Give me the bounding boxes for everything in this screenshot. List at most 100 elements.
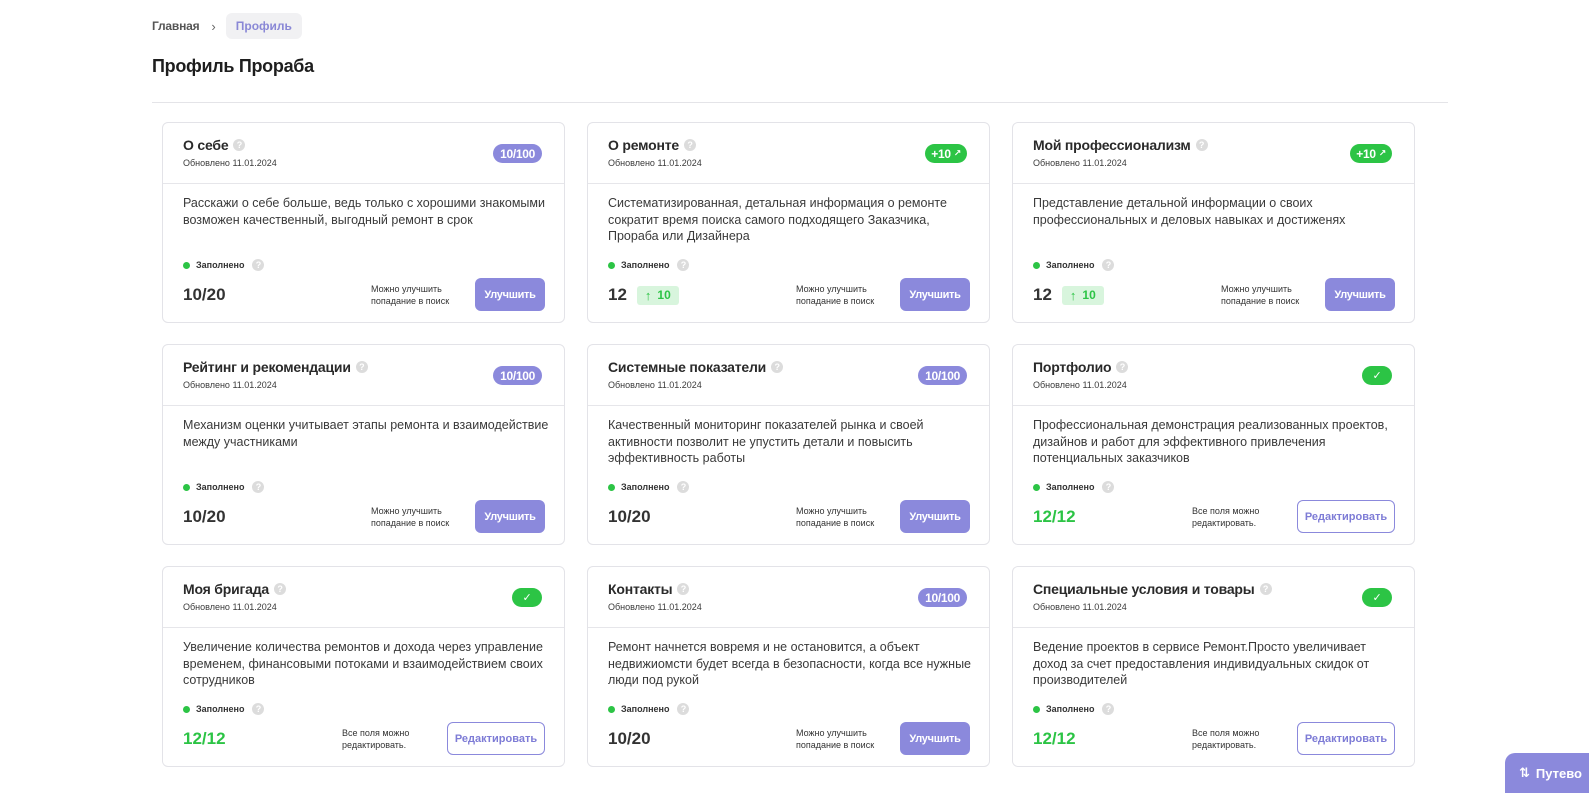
card-score: 12/12: [1033, 729, 1076, 748]
help-icon[interactable]: ?: [233, 139, 246, 151]
card-title: Специальные условия и товары?: [1033, 581, 1272, 597]
trend-up-icon: ↗: [1378, 148, 1387, 158]
edit-button[interactable]: Редактировать: [447, 722, 545, 755]
improve-button[interactable]: Улучшить: [475, 500, 545, 533]
improve-button[interactable]: Улучшить: [900, 722, 970, 755]
help-icon[interactable]: ?: [677, 703, 690, 715]
card-hint: Можно улучшить попадание в поиск: [371, 506, 450, 528]
card-about: О себе? Обновлено 11.01.2024 10/100 Расс…: [162, 122, 565, 323]
help-icon[interactable]: ?: [677, 481, 690, 493]
help-icon[interactable]: ?: [1116, 361, 1129, 373]
card-professionalism: Мой профессионализм? Обновлено 11.01.202…: [1012, 122, 1415, 323]
card-updated: Обновлено 11.01.2024: [183, 158, 277, 168]
breadcrumb: Главная › Профиль: [152, 12, 302, 40]
card-description: Ремонт начнется вовремя и не остановится…: [608, 640, 972, 687]
card-score: 12 ↑ 10: [1033, 285, 1104, 305]
help-icon[interactable]: ?: [252, 259, 265, 271]
card-hint: Можно улучшить попадание в поиск: [371, 284, 450, 306]
card-header: О себе? Обновлено 11.01.2024 10/100: [163, 123, 564, 184]
card-header: Системные показатели? Обновлено 11.01.20…: [588, 345, 989, 406]
breadcrumb-home-link[interactable]: Главная: [152, 19, 200, 33]
card-contacts: Контакты? Обновлено 11.01.2024 10/100 Ре…: [587, 566, 990, 767]
plus-badge: +10 ↗: [925, 144, 967, 163]
status-dot-icon: [183, 483, 190, 491]
arrow-up-icon: ↑: [1069, 287, 1077, 303]
arrow-up-icon: ↑: [644, 287, 652, 303]
card-updated: Обновлено 11.01.2024: [1033, 602, 1127, 612]
help-icon[interactable]: ?: [1102, 259, 1115, 271]
complete-badge: ✓: [512, 588, 542, 607]
card-score: 10/20: [183, 285, 226, 304]
card-description: Ведение проектов в сервисе Ремонт.Просто…: [1033, 640, 1370, 687]
help-icon[interactable]: ?: [677, 583, 690, 595]
help-icon[interactable]: ?: [252, 481, 265, 493]
status-filled: Заполнено?: [1033, 481, 1115, 493]
guide-button[interactable]: ⇅ Путево: [1505, 753, 1589, 793]
card-hint: Можно улучшить попадание в поиск: [796, 506, 875, 528]
card-team: Моя бригада? Обновлено 11.01.2024 ✓ Увел…: [162, 566, 565, 767]
edit-button[interactable]: Редактировать: [1297, 500, 1395, 533]
page-title: Профиль Прораба: [152, 56, 314, 76]
card-updated: Обновлено 11.01.2024: [608, 380, 702, 390]
improve-button[interactable]: Улучшить: [1325, 278, 1395, 311]
status-filled: Заполнено?: [608, 259, 690, 271]
card-title: О себе?: [183, 137, 246, 153]
status-dot-icon: [183, 705, 190, 713]
card-hint: Все поля можно редактировать.: [1192, 728, 1260, 750]
card-system-metrics: Системные показатели? Обновлено 11.01.20…: [587, 344, 990, 545]
help-icon[interactable]: ?: [771, 361, 784, 373]
help-icon[interactable]: ?: [1102, 703, 1115, 715]
growth-badge: ↑ 10: [636, 285, 679, 305]
card-title: Системные показатели?: [608, 359, 784, 375]
help-icon[interactable]: ?: [1102, 481, 1115, 493]
improve-button[interactable]: Улучшить: [475, 278, 545, 311]
status-dot-icon: [608, 483, 615, 491]
help-icon[interactable]: ?: [1259, 583, 1272, 595]
card-score: 12 ↑ 10: [608, 285, 679, 305]
help-icon[interactable]: ?: [355, 361, 368, 373]
status-filled: Заполнено?: [608, 481, 690, 493]
score-badge: 10/100: [918, 366, 967, 385]
help-icon[interactable]: ?: [252, 703, 265, 715]
card-hint: Можно улучшить попадание в поиск: [796, 728, 875, 750]
route-icon: ⇅: [1519, 765, 1530, 780]
help-icon[interactable]: ?: [683, 139, 696, 151]
card-title: Контакты?: [608, 581, 690, 597]
card-score: 10/20: [608, 507, 651, 526]
status-filled: Заполнено?: [183, 259, 265, 271]
card-updated: Обновлено 11.01.2024: [183, 602, 277, 612]
improve-button[interactable]: Улучшить: [900, 278, 970, 311]
card-hint: Все поля можно редактировать.: [342, 728, 410, 750]
status-dot-icon: [1033, 705, 1040, 713]
card-description: Механизм оценки учитывает этапы ремонта …: [183, 418, 549, 449]
card-title: Мой профессионализм?: [1033, 137, 1208, 153]
card-updated: Обновлено 11.01.2024: [608, 158, 702, 168]
complete-badge: ✓: [1362, 588, 1392, 607]
card-header: О ремонте? Обновлено 11.01.2024 +10 ↗: [588, 123, 989, 184]
status-filled: Заполнено?: [1033, 259, 1115, 271]
help-icon[interactable]: ?: [677, 259, 690, 271]
card-hint: Можно улучшить попадание в поиск: [796, 284, 875, 306]
status-filled: Заполнено?: [608, 703, 690, 715]
card-score: 12/12: [1033, 507, 1076, 526]
card-score: 10/20: [608, 729, 651, 748]
improve-button[interactable]: Улучшить: [900, 500, 970, 533]
card-updated: Обновлено 11.01.2024: [183, 380, 277, 390]
help-icon[interactable]: ?: [1195, 139, 1208, 151]
breadcrumb-current: Профиль: [225, 13, 302, 39]
card-description: Представление детальной информации о сво…: [1033, 196, 1346, 227]
card-special-offers: Специальные условия и товары? Обновлено …: [1012, 566, 1415, 767]
card-header: Портфолио? Обновлено 11.01.2024 ✓: [1013, 345, 1414, 406]
card-description: Качественный мониторинг показателей рынк…: [608, 418, 924, 465]
edit-button[interactable]: Редактировать: [1297, 722, 1395, 755]
card-updated: Обновлено 11.01.2024: [1033, 380, 1127, 390]
status-filled: Заполнено?: [1033, 703, 1115, 715]
card-hint: Все поля можно редактировать.: [1192, 506, 1260, 528]
status-dot-icon: [1033, 483, 1040, 491]
card-title: Рейтинг и рекомендации?: [183, 359, 368, 375]
help-icon[interactable]: ?: [273, 583, 286, 595]
complete-badge: ✓: [1362, 366, 1392, 385]
card-updated: Обновлено 11.01.2024: [608, 602, 702, 612]
card-header: Мой профессионализм? Обновлено 11.01.202…: [1013, 123, 1414, 184]
card-portfolio: Портфолио? Обновлено 11.01.2024 ✓ Профес…: [1012, 344, 1415, 545]
